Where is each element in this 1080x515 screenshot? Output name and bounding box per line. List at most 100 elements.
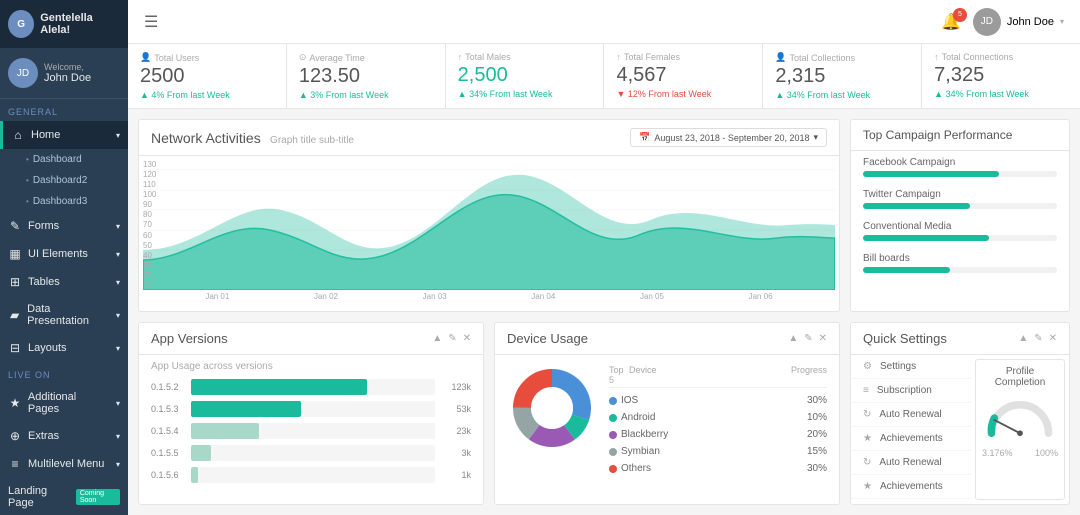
sidebar-item-extras[interactable]: ⊕ Extras ▾ [0, 422, 128, 450]
sidebar-item-label: Tables [28, 276, 60, 288]
sidebar-item-landing-page[interactable]: Landing Page Coming Soon [0, 478, 128, 515]
date-range-picker[interactable]: 📅 August 23, 2018 - September 20, 2018 ▾ [630, 128, 827, 147]
settings-item-achievements[interactable]: ★ Achievements [851, 427, 971, 451]
donut-chart [507, 363, 597, 453]
panel-controls: ▲ ✎ ✕ [1018, 333, 1057, 344]
stat-label-text: Total Users [154, 53, 199, 63]
sidebar-item-ui-elements[interactable]: ▦ UI Elements ▾ [0, 240, 128, 268]
user-name: John Doe [1007, 16, 1054, 28]
bar-row: 0.1.5.2 123k [139, 376, 483, 398]
sidebar-item-additional-pages[interactable]: ★ Additional Pages ▾ [0, 384, 128, 422]
hamburger-icon[interactable]: ☰ [144, 12, 158, 32]
stats-bar: 👤 Total Users 2500 ▲ 4% From last Week ⊙… [128, 44, 1080, 109]
expand-icon[interactable]: ▲ [432, 333, 442, 344]
stat-total-users: 👤 Total Users 2500 ▲ 4% From last Week [128, 44, 287, 108]
device-table-header: Top 5 Device Progress [609, 363, 827, 388]
settings-item-subscription[interactable]: ≡ Subscription [851, 379, 971, 403]
settings-item-auto-renewal2[interactable]: ↻ Auto Renewal [851, 451, 971, 475]
topbar-right: 🔔 5 JD John Doe ▾ [941, 8, 1064, 36]
sidebar-item-label: Additional Pages [28, 391, 110, 415]
profile-min: 3.176% [982, 448, 1013, 458]
bar-fill [191, 467, 198, 483]
chart-header: Network Activities Graph title sub-title… [139, 120, 839, 156]
forms-icon: ✎ [8, 219, 22, 233]
close-icon[interactable]: ✕ [1049, 333, 1057, 344]
star-icon2: ★ [863, 481, 872, 492]
app-versions-panel: App Versions ▲ ✎ ✕ App Usage across vers… [138, 322, 484, 505]
chevron-icon: ▾ [116, 460, 120, 469]
stat-value: 123.50 [299, 65, 433, 88]
gear-icon: ⚙ [863, 361, 872, 372]
campaign-item-billboards: Bill boards [851, 247, 1069, 279]
close-icon[interactable]: ✕ [463, 333, 471, 344]
sidebar-item-dashboard2[interactable]: Dashboard2 [0, 170, 128, 191]
chevron-down-icon: ▾ [116, 131, 120, 140]
sidebar-item-forms[interactable]: ✎ Forms ▾ [0, 212, 128, 240]
campaign-bar [863, 171, 999, 177]
network-chart-section: Network Activities Graph title sub-title… [138, 119, 840, 312]
topbar: ☰ 🔔 5 JD John Doe ▾ [128, 0, 1080, 44]
settings-item-settings[interactable]: ⚙ Settings [851, 355, 971, 379]
edit-icon[interactable]: ✎ [804, 333, 812, 344]
settings-item-logout[interactable]: ⏻ Logout [851, 499, 971, 504]
stat-value: 4,567 [616, 64, 750, 87]
chevron-icon: ▾ [116, 250, 120, 259]
bar-fill [191, 401, 301, 417]
stat-total-collections: 👤 Total Collections 2,315 ▲ 34% From las… [763, 44, 922, 108]
quick-settings-panel: Quick Settings ▲ ✎ ✕ ⚙ Settings [850, 322, 1070, 505]
bar-fill [191, 379, 367, 395]
device-row-symbian: Symbian 15% [609, 443, 827, 460]
user-dropdown-icon[interactable]: ▾ [1060, 17, 1064, 26]
device-usage-header: Device Usage ▲ ✎ ✕ [495, 323, 839, 355]
device-table: Top 5 Device Progress IOS 30% Android [609, 363, 827, 496]
edit-icon[interactable]: ✎ [448, 333, 456, 344]
topbar-left: ☰ [144, 12, 158, 32]
sidebar-item-dashboard[interactable]: Dashboard [0, 149, 128, 170]
male-icon: ↑ [458, 52, 463, 62]
sidebar-item-home[interactable]: ⌂ Home ▾ [0, 121, 128, 149]
stat-label-text: Total Females [624, 52, 680, 62]
sidebar-item-dashboard3[interactable]: Dashboard3 [0, 191, 128, 212]
tables-icon: ⊞ [8, 275, 22, 289]
stat-change: ▼ 12% From last Week [616, 89, 750, 99]
settings-item-achievements2[interactable]: ★ Achievements [851, 475, 971, 499]
campaign-section: Top Campaign Performance Facebook Campai… [850, 119, 1070, 312]
network-chart-svg [143, 160, 835, 290]
content-area: Network Activities Graph title sub-title… [128, 109, 1080, 515]
collections-icon: 👤 [775, 52, 786, 63]
stat-value: 7,325 [934, 64, 1068, 87]
stat-label-text: Average Time [309, 53, 364, 63]
sidebar-item-data-presentation[interactable]: ▰ Data Presentation ▾ [0, 296, 128, 334]
welcome-label: Welcome, [44, 62, 91, 72]
stat-change: ▲ 34% From last Week [458, 89, 592, 99]
bar-row: 0.1.5.6 1k [139, 464, 483, 486]
users-icon: 👤 [140, 52, 151, 63]
symbian-dot [609, 448, 617, 456]
stat-value: 2,315 [775, 65, 909, 88]
device-content: Top 5 Device Progress IOS 30% Android [495, 355, 839, 504]
sidebar-item-label: UI Elements [28, 248, 88, 260]
content-bottom: App Versions ▲ ✎ ✕ App Usage across vers… [128, 322, 1080, 515]
sidebar-item-multilevel-menu[interactable]: ≡ Multilevel Menu ▾ [0, 450, 128, 478]
stat-label-text: Total Collections [790, 53, 856, 63]
expand-icon[interactable]: ▲ [1018, 333, 1028, 344]
expand-icon[interactable]: ▲ [788, 333, 798, 344]
sidebar-item-label: Multilevel Menu [28, 458, 104, 470]
close-icon[interactable]: ✕ [819, 333, 827, 344]
avatar: JD [8, 58, 38, 88]
ios-dot [609, 397, 617, 405]
sidebar-logo: G [8, 10, 34, 38]
settings-item-auto-renewal[interactable]: ↻ Auto Renewal [851, 403, 971, 427]
campaign-bar [863, 267, 950, 273]
chart-icon2: ↻ [863, 457, 871, 468]
panel-controls: ▲ ✎ ✕ [788, 333, 827, 344]
clock-icon: ⊙ [299, 52, 307, 63]
app-versions-subtitle: App Usage across versions [139, 355, 483, 376]
notification-bell[interactable]: 🔔 5 [941, 12, 961, 32]
menu-icon: ≡ [8, 457, 22, 471]
profile-completion-title: Profile Completion [982, 366, 1058, 388]
stat-total-females: ↑ Total Females 4,567 ▼ 12% From last We… [604, 44, 763, 108]
sidebar-item-tables[interactable]: ⊞ Tables ▾ [0, 268, 128, 296]
sidebar-item-layouts[interactable]: ⊟ Layouts ▾ [0, 334, 128, 362]
edit-icon[interactable]: ✎ [1034, 333, 1042, 344]
